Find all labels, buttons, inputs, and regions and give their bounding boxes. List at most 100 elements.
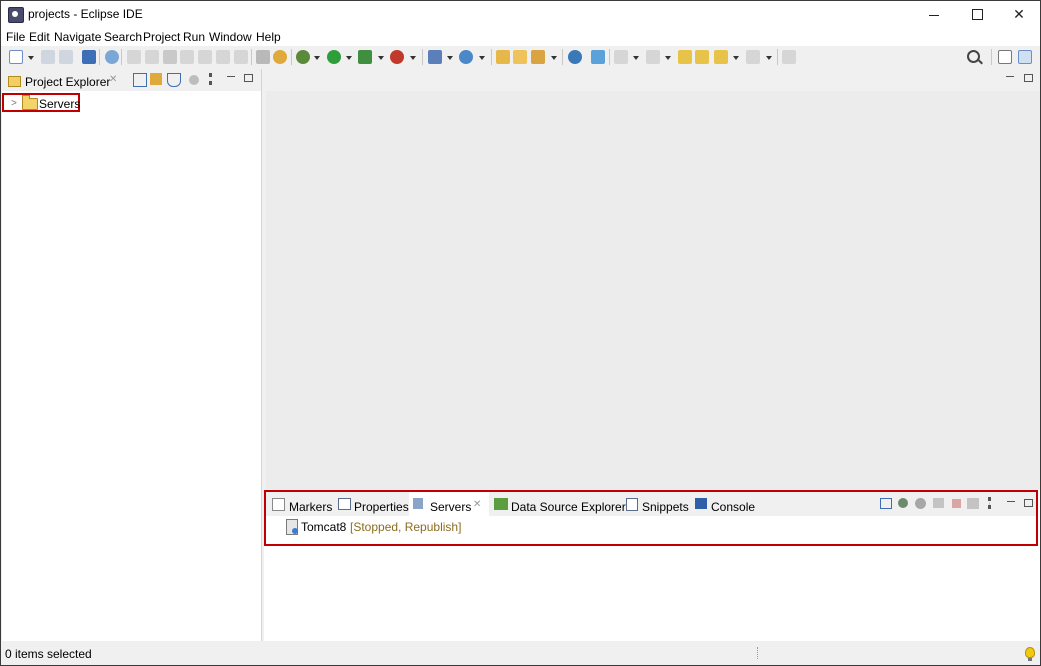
view-menu-icon[interactable] <box>209 73 215 85</box>
tab-properties[interactable]: Properties <box>334 492 409 516</box>
minimize-editor-icon[interactable] <box>1006 76 1014 77</box>
new-server-icon[interactable] <box>428 50 442 64</box>
tree-item-label: Servers <box>39 97 81 111</box>
status-bar: 0 items selected <box>1 641 1040 665</box>
web-browser-icon[interactable] <box>591 50 605 64</box>
stop-server-icon[interactable] <box>952 499 961 508</box>
disconnect-icon[interactable] <box>180 50 194 64</box>
lightbulb-icon[interactable] <box>1025 647 1035 661</box>
tab-data-source-explorer-label: Data Source Explorer <box>511 500 626 514</box>
new-server-dropdown-icon[interactable] <box>447 56 453 60</box>
collapse-all-servers-icon[interactable] <box>880 498 892 509</box>
close-servers-tab-icon[interactable]: ✕ <box>473 499 481 510</box>
maximize-view-icon[interactable] <box>244 74 253 82</box>
new-icon[interactable] <box>9 50 23 64</box>
search-globe-icon[interactable] <box>568 50 582 64</box>
maximize-window-button[interactable] <box>956 1 998 27</box>
open-type-icon[interactable] <box>496 50 510 64</box>
tab-markers-label: Markers <box>289 500 333 514</box>
project-explorer-view: Project Explorer ✕ > Servers <box>2 69 262 641</box>
menu-search[interactable]: Search <box>104 30 142 44</box>
menu-file[interactable]: File <box>6 30 25 44</box>
open-resource-dropdown-icon[interactable] <box>551 56 557 60</box>
forward-icon[interactable] <box>746 50 760 64</box>
start-server-icon[interactable] <box>915 498 926 509</box>
save-all-icon[interactable] <box>59 50 73 64</box>
servers-view-menu-icon[interactable] <box>988 497 994 509</box>
menu-project[interactable]: Project <box>143 30 180 44</box>
annotation-next-icon[interactable] <box>614 50 628 64</box>
external-tools-icon[interactable] <box>390 50 404 64</box>
maximize-bottom-view-icon[interactable] <box>1024 499 1033 507</box>
menu-navigate[interactable]: Navigate <box>54 30 101 44</box>
annotation-prev-dropdown-icon[interactable] <box>665 56 671 60</box>
external-tools-debug-icon[interactable] <box>273 50 287 64</box>
open-resource-icon[interactable] <box>531 50 545 64</box>
back-history-icon[interactable] <box>714 50 728 64</box>
open-task-icon[interactable] <box>513 50 527 64</box>
debug-icon[interactable] <box>296 50 310 64</box>
data-source-icon <box>494 498 508 510</box>
open-console-icon[interactable] <box>82 50 96 64</box>
pin-editor-icon[interactable] <box>782 50 796 64</box>
annotation-prev-icon[interactable] <box>646 50 660 64</box>
minimize-view-icon[interactable] <box>227 76 235 77</box>
maximize-editor-icon[interactable] <box>1024 74 1033 82</box>
suspend-icon[interactable] <box>145 50 159 64</box>
save-icon[interactable] <box>41 50 55 64</box>
menu-edit[interactable]: Edit <box>29 30 50 44</box>
properties-icon <box>338 498 351 510</box>
coverage-dropdown-icon[interactable] <box>378 56 384 60</box>
window-title: projects - Eclipse IDE <box>28 7 143 21</box>
tab-servers[interactable]: Servers ✕ <box>409 492 489 516</box>
publish-server-icon[interactable] <box>967 498 979 509</box>
coverage-icon[interactable] <box>358 50 372 64</box>
new-dropdown-icon[interactable] <box>28 56 34 60</box>
tab-markers[interactable]: Markers <box>268 492 334 516</box>
eclipse-window: projects - Eclipse IDE ✕ File Edit Navig… <box>0 0 1041 666</box>
filter-icon[interactable] <box>167 73 181 87</box>
new-web-service-dropdown-icon[interactable] <box>479 56 485 60</box>
run-dropdown-icon[interactable] <box>346 56 352 60</box>
resume-icon[interactable] <box>127 50 141 64</box>
focus-task-icon[interactable] <box>189 75 199 85</box>
project-explorer-tab-label[interactable]: Project Explorer <box>25 75 110 89</box>
tab-console[interactable]: Console <box>691 492 759 516</box>
annotation-next-dropdown-icon[interactable] <box>633 56 639 60</box>
step-into-icon[interactable] <box>198 50 212 64</box>
back-dropdown-icon[interactable] <box>733 56 739 60</box>
debug-dropdown-icon[interactable] <box>314 56 320 60</box>
expand-chevron-icon[interactable]: > <box>11 98 17 109</box>
external-tools-dropdown-icon[interactable] <box>410 56 416 60</box>
step-over-icon[interactable] <box>216 50 230 64</box>
main-toolbar <box>1 46 1040 68</box>
run-icon[interactable] <box>327 50 341 64</box>
tab-snippets[interactable]: Snippets <box>622 492 690 516</box>
new-web-service-icon[interactable] <box>459 50 473 64</box>
java-ee-perspective-icon[interactable] <box>1018 50 1032 64</box>
link-with-editor-icon[interactable] <box>150 73 162 85</box>
tab-data-source-explorer[interactable]: Data Source Explorer <box>490 492 626 516</box>
open-perspective-icon[interactable] <box>998 50 1012 64</box>
menu-help[interactable]: Help <box>256 30 281 44</box>
last-edit-icon[interactable] <box>678 50 692 64</box>
step-return-icon[interactable] <box>234 50 248 64</box>
close-tab-icon[interactable]: ✕ <box>109 74 117 85</box>
terminate-icon[interactable] <box>163 50 177 64</box>
minimize-window-button[interactable] <box>913 1 955 27</box>
use-step-filters-icon[interactable] <box>256 50 270 64</box>
tab-servers-label: Servers <box>430 500 472 514</box>
tree-item-servers[interactable]: > Servers <box>2 93 80 112</box>
forward-dropdown-icon[interactable] <box>766 56 772 60</box>
back-icon[interactable] <box>695 50 709 64</box>
minimize-bottom-view-icon[interactable] <box>1007 501 1015 502</box>
start-profile-server-icon[interactable] <box>933 498 944 508</box>
project-explorer-header: Project Explorer ✕ <box>2 69 261 91</box>
search-icon[interactable] <box>967 50 980 63</box>
close-window-button[interactable]: ✕ <box>998 1 1040 27</box>
menu-window[interactable]: Window <box>209 30 252 44</box>
skip-breakpoints-icon[interactable] <box>105 50 119 64</box>
menu-run[interactable]: Run <box>183 30 205 44</box>
collapse-all-icon[interactable] <box>133 73 147 87</box>
start-debug-server-icon[interactable] <box>898 498 908 508</box>
